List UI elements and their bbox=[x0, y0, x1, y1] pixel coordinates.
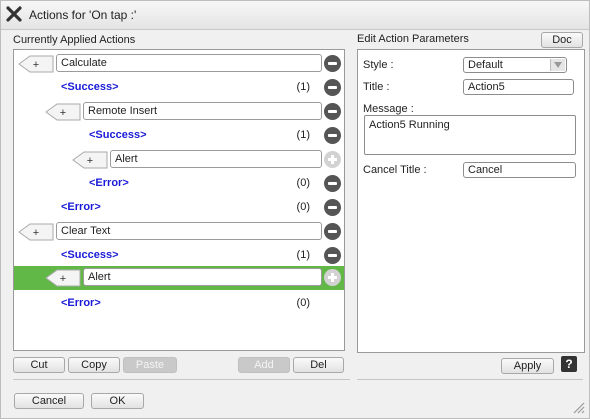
expander-icon[interactable]: + bbox=[45, 103, 81, 121]
add-icon[interactable] bbox=[324, 151, 341, 168]
svg-text:+: + bbox=[33, 59, 39, 71]
cancel-button[interactable]: Cancel bbox=[14, 393, 84, 409]
expander-icon[interactable]: + bbox=[45, 269, 81, 287]
svg-text:+: + bbox=[60, 273, 66, 285]
cut-button[interactable]: Cut bbox=[13, 357, 65, 373]
svg-text:+: + bbox=[33, 227, 39, 239]
message-field[interactable]: Action5 Running bbox=[364, 115, 576, 155]
paste-button[interactable]: Paste bbox=[123, 357, 177, 373]
cancel-title-field[interactable]: Cancel bbox=[463, 162, 576, 178]
tree-row-branch: <Error> (0) bbox=[14, 196, 344, 220]
branch-label: <Error> bbox=[61, 201, 101, 213]
branch-count: (1) bbox=[296, 249, 310, 261]
help-icon[interactable]: ? bbox=[561, 356, 577, 372]
add-icon[interactable] bbox=[324, 269, 341, 286]
window-title: Actions for 'On tap :' bbox=[29, 8, 137, 22]
doc-button[interactable]: Doc bbox=[541, 32, 583, 48]
message-label: Message : bbox=[363, 103, 414, 115]
branch-count: (0) bbox=[296, 177, 310, 189]
close-icon[interactable] bbox=[5, 5, 23, 23]
action-name[interactable]: Calculate bbox=[56, 54, 322, 72]
style-value: Default bbox=[468, 59, 503, 71]
remove-icon[interactable] bbox=[324, 199, 341, 216]
remove-icon[interactable] bbox=[324, 79, 341, 96]
title-bar: Actions for 'On tap :' bbox=[1, 1, 589, 30]
tree-row-branch: <Success> (1) bbox=[14, 124, 344, 148]
branch-count: (0) bbox=[296, 201, 310, 213]
branch-count: (0) bbox=[296, 297, 310, 309]
title-field[interactable]: Action5 bbox=[463, 79, 574, 95]
branch-label: <Success> bbox=[61, 81, 119, 93]
tree-row-branch: <Success> (1) bbox=[14, 76, 344, 100]
svg-text:+: + bbox=[60, 107, 66, 119]
tree-row-action[interactable]: + Alert bbox=[14, 148, 344, 172]
actions-tree[interactable]: + Calculate <Success> (1) + Remote Inser… bbox=[13, 49, 345, 351]
parameters-panel: Style : Default Title : Action5 Message … bbox=[357, 49, 585, 353]
remove-icon[interactable] bbox=[324, 175, 341, 192]
branch-label: <Success> bbox=[89, 129, 147, 141]
chevron-down-icon[interactable] bbox=[550, 59, 565, 71]
divider bbox=[13, 379, 350, 380]
branch-count: (1) bbox=[296, 81, 310, 93]
remove-icon[interactable] bbox=[324, 103, 341, 120]
edit-parameters-label: Edit Action Parameters bbox=[357, 33, 469, 45]
action-name[interactable]: Clear Text bbox=[56, 222, 322, 240]
remove-icon[interactable] bbox=[324, 223, 341, 240]
tree-row-branch: <Success> (1) bbox=[14, 244, 344, 268]
tree-row-action[interactable]: + Clear Text bbox=[14, 220, 344, 244]
add-button[interactable]: Add bbox=[238, 357, 290, 373]
del-button[interactable]: Del bbox=[293, 357, 344, 373]
branch-label: <Error> bbox=[61, 297, 101, 309]
style-label: Style : bbox=[363, 59, 394, 71]
tree-row-branch: <Error> (0) bbox=[14, 172, 344, 196]
expander-icon[interactable]: + bbox=[18, 223, 54, 241]
branch-label: <Error> bbox=[89, 177, 129, 189]
title-label: Title : bbox=[363, 81, 390, 93]
cancel-title-label: Cancel Title : bbox=[363, 164, 427, 176]
style-select[interactable]: Default bbox=[463, 57, 567, 73]
apply-button[interactable]: Apply bbox=[501, 358, 554, 374]
remove-icon[interactable] bbox=[324, 55, 341, 72]
expander-icon[interactable]: + bbox=[18, 55, 54, 73]
resize-grip-icon[interactable] bbox=[569, 398, 585, 414]
copy-button[interactable]: Copy bbox=[68, 357, 120, 373]
action-name[interactable]: Alert bbox=[83, 268, 322, 286]
remove-icon[interactable] bbox=[324, 247, 341, 264]
tree-row-action-selected[interactable]: + Alert bbox=[14, 266, 344, 290]
expander-icon[interactable]: + bbox=[72, 151, 108, 169]
branch-count: (1) bbox=[296, 129, 310, 141]
tree-row-action[interactable]: + Calculate bbox=[14, 52, 344, 76]
ok-button[interactable]: OK bbox=[91, 393, 144, 409]
applied-actions-label: Currently Applied Actions bbox=[13, 34, 136, 46]
actions-dialog: Actions for 'On tap :' Currently Applied… bbox=[0, 0, 590, 419]
remove-icon[interactable] bbox=[324, 127, 341, 144]
action-name[interactable]: Remote Insert bbox=[83, 102, 322, 120]
tree-row-action[interactable]: + Remote Insert bbox=[14, 100, 344, 124]
tree-row-branch: <Error> (0) bbox=[14, 292, 344, 316]
branch-label: <Success> bbox=[61, 249, 119, 261]
divider bbox=[357, 379, 583, 380]
svg-text:+: + bbox=[87, 155, 93, 167]
action-name[interactable]: Alert bbox=[110, 150, 322, 168]
